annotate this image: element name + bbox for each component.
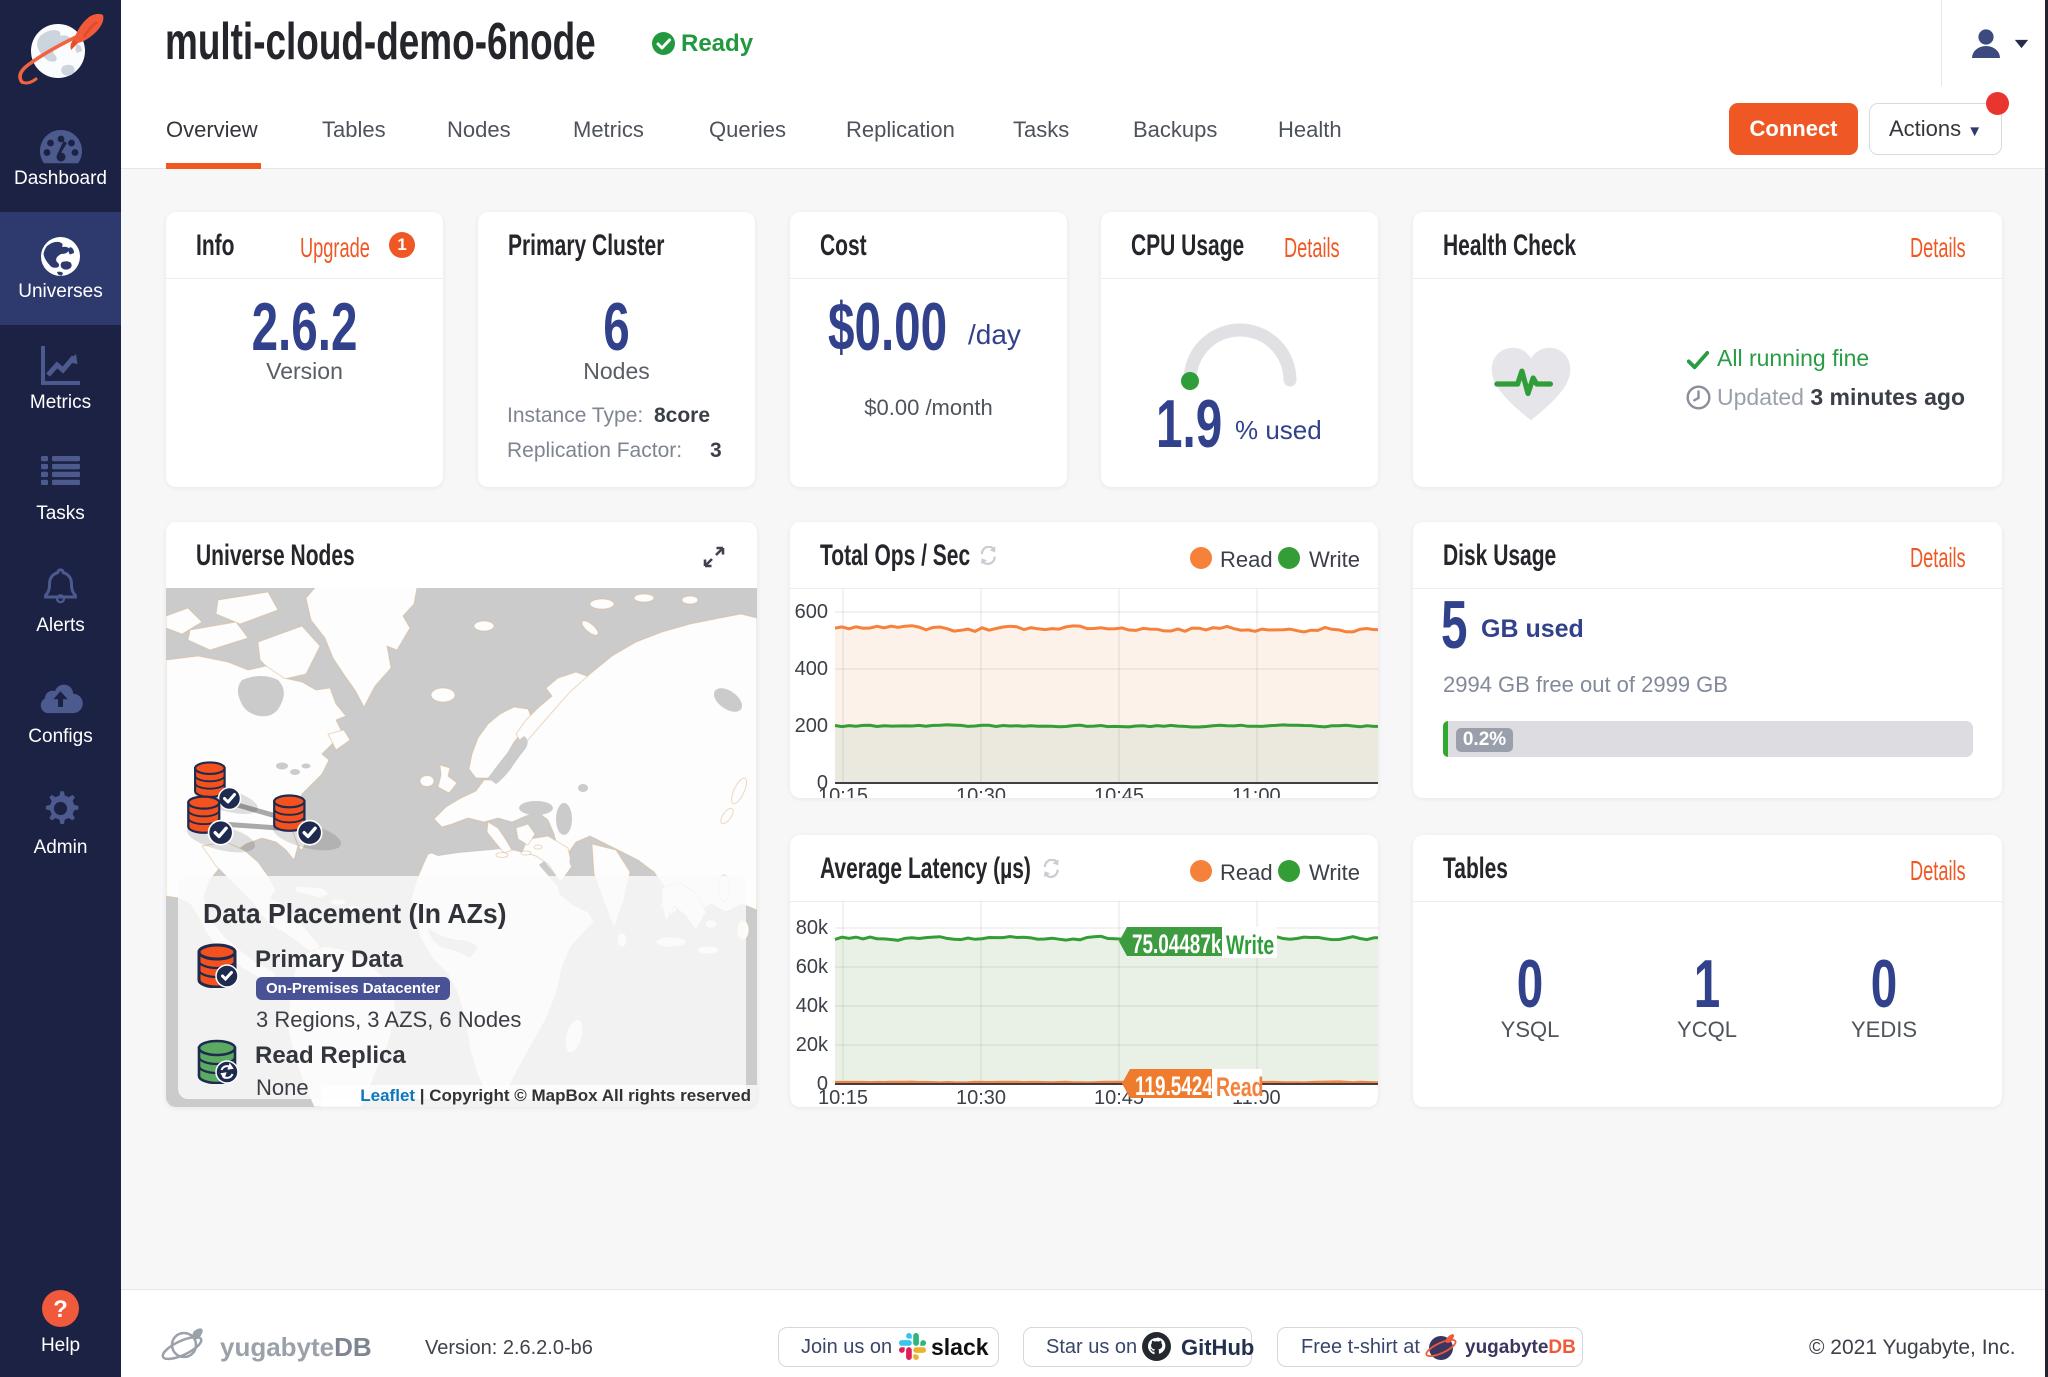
svg-text:?: ?	[53, 1296, 68, 1323]
